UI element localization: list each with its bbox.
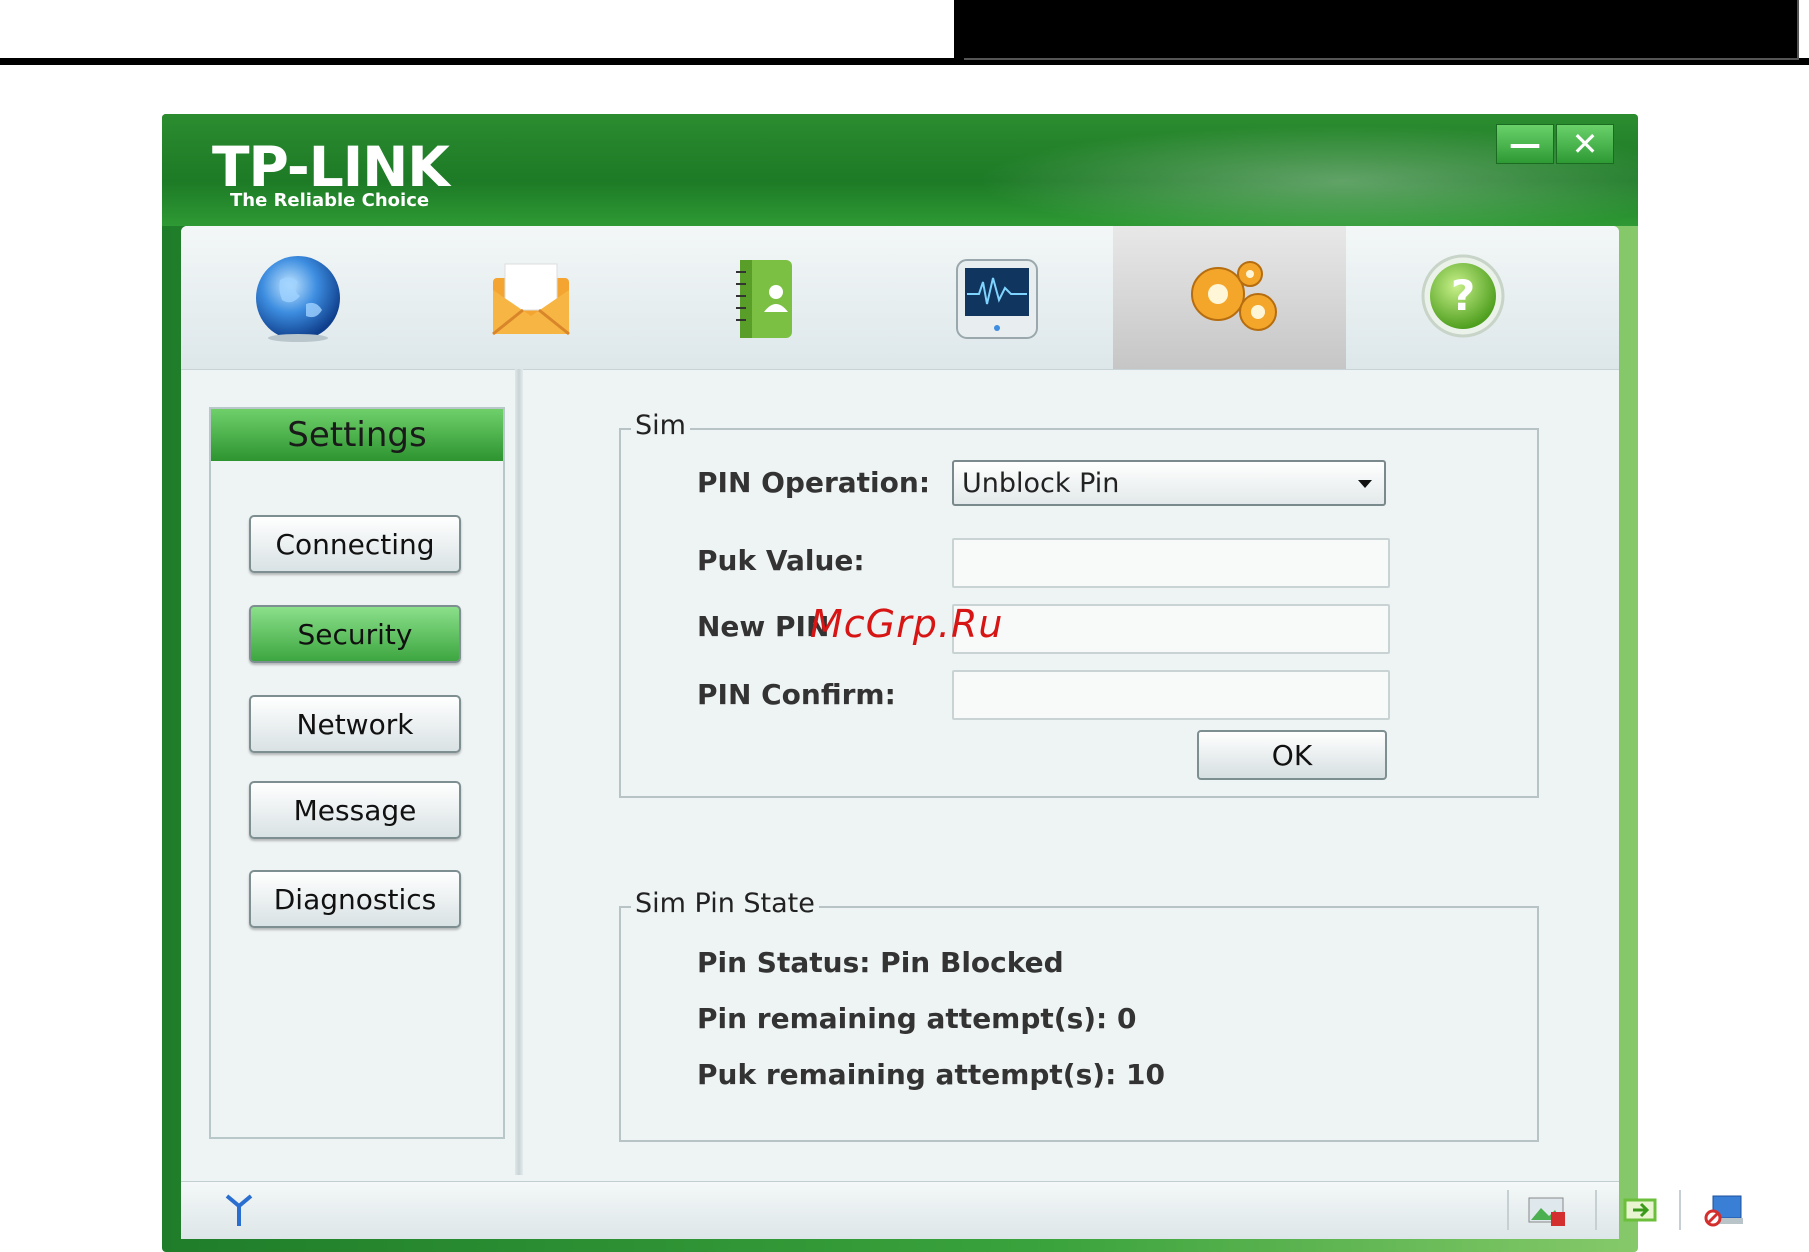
sidebar-item-network[interactable]: Network xyxy=(249,695,461,753)
puk-remaining-text: Puk remaining attempt(s): 10 xyxy=(697,1058,1165,1091)
minimize-button[interactable]: — xyxy=(1496,124,1554,164)
settings-sidebar: Settings Connecting Security Network Mes… xyxy=(209,407,505,1139)
signal-antenna-icon xyxy=(225,1194,253,1226)
brand-logo: TP-LINK xyxy=(212,135,450,199)
sidebar-title: Settings xyxy=(211,409,503,461)
tab-sms[interactable] xyxy=(414,226,647,369)
app-body: ? Settings Connecting Security Network M… xyxy=(181,226,1743,1239)
sidebar-item-diagnostics[interactable]: Diagnostics xyxy=(249,870,461,928)
minimize-icon: — xyxy=(1509,125,1541,163)
help-glyph: ? xyxy=(1450,271,1474,320)
status-bar xyxy=(181,1181,1743,1239)
app-window: TP-LINK The Reliable Choice — ✕ ? Settin… xyxy=(162,114,1743,1252)
help-icon: ? xyxy=(1421,254,1504,337)
monitor-icon xyxy=(955,258,1038,339)
sidebar-item-connecting[interactable]: Connecting xyxy=(249,515,461,573)
sim-pin-state-legend: Sim Pin State xyxy=(631,888,819,919)
pin-remaining-text: Pin remaining attempt(s): 0 xyxy=(697,1002,1137,1035)
pin-operation-value: Unblock Pin xyxy=(962,467,1120,499)
gears-icon xyxy=(1190,260,1277,331)
tab-statistics[interactable] xyxy=(880,226,1113,369)
contacts-book-icon xyxy=(735,259,792,338)
battery-icon xyxy=(1623,1198,1657,1222)
sidebar-item-security[interactable]: Security xyxy=(249,605,461,663)
pin-status-text: Pin Status: Pin Blocked xyxy=(697,946,1064,979)
pin-confirm-field[interactable] xyxy=(952,670,1390,720)
roaming-image-icon xyxy=(1528,1197,1565,1226)
puk-value-label: Puk Value: xyxy=(697,544,865,577)
new-pin-field[interactable] xyxy=(952,604,1390,654)
puk-value-field[interactable] xyxy=(952,538,1390,588)
sim-group-legend: Sim xyxy=(631,410,690,441)
tab-internet[interactable] xyxy=(181,226,414,369)
status-separator xyxy=(1595,1190,1597,1230)
page-top-block xyxy=(954,0,1799,64)
close-icon: ✕ xyxy=(1571,125,1599,163)
tab-settings[interactable] xyxy=(1113,226,1346,369)
sim-pin-state-group: Sim Pin State Pin Status: Pin Blocked Pi… xyxy=(619,888,1539,1142)
brand-tagline: The Reliable Choice xyxy=(230,190,430,211)
close-button[interactable]: ✕ xyxy=(1556,124,1614,164)
panel-divider xyxy=(515,369,523,1175)
pin-operation-label: PIN Operation: xyxy=(697,466,931,499)
chevron-down-icon xyxy=(1358,480,1372,488)
network-monitor-icon xyxy=(1704,1195,1743,1227)
ok-button[interactable]: OK xyxy=(1197,730,1387,780)
watermark-text: McGrp.Ru xyxy=(810,602,1004,646)
pin-confirm-label: PIN Confirm: xyxy=(697,678,896,711)
main-toolbar: ? xyxy=(181,226,1619,370)
sidebar-item-message[interactable]: Message xyxy=(249,781,461,839)
app-header: TP-LINK The Reliable Choice — ✕ xyxy=(162,114,1638,226)
globe-icon xyxy=(255,255,340,342)
envelope-icon xyxy=(491,263,570,335)
status-separator xyxy=(1507,1190,1509,1230)
tab-contacts[interactable] xyxy=(647,226,880,369)
status-separator xyxy=(1679,1190,1681,1230)
sim-group: Sim PIN Operation: Unblock Pin Puk Value… xyxy=(619,410,1539,798)
tab-help[interactable]: ? xyxy=(1346,226,1579,369)
pin-operation-select[interactable]: Unblock Pin xyxy=(952,460,1386,506)
